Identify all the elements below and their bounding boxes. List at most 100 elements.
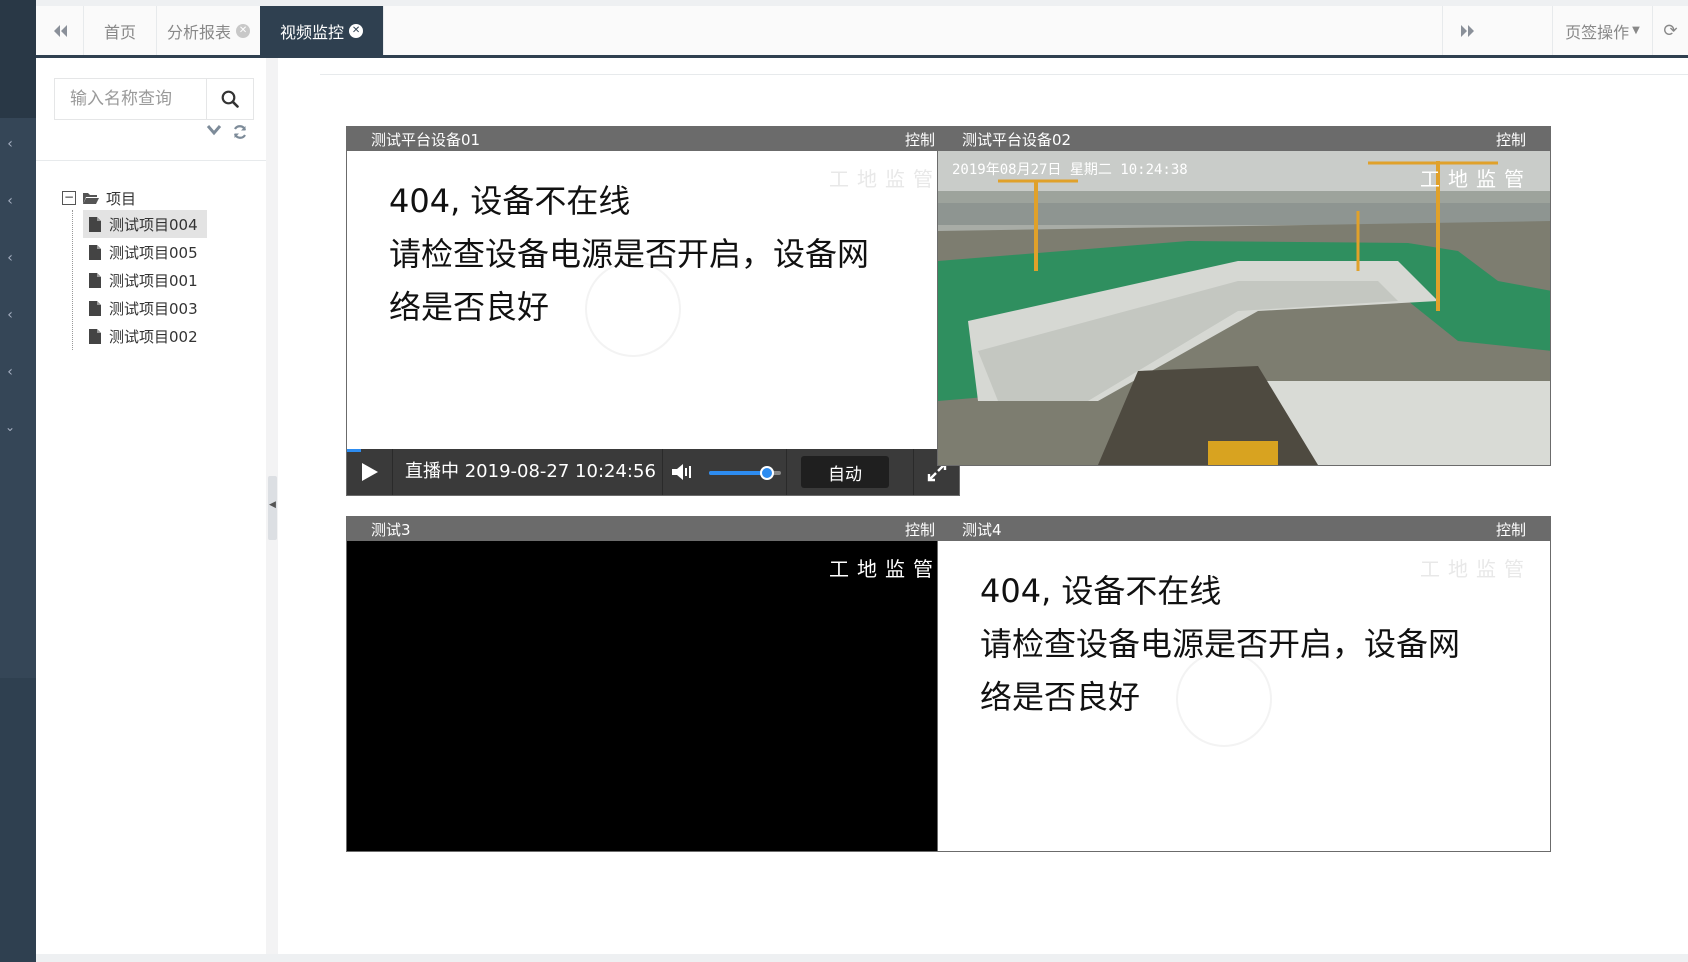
video-watermark: 工地监管: [829, 557, 941, 581]
refresh-tab-button[interactable]: ⟳: [1652, 6, 1688, 55]
nav-rail-header: [0, 0, 36, 118]
tab-label: 视频监控: [280, 22, 345, 42]
offline-message-title: 404, 设备不在线: [980, 572, 1222, 610]
caret-left-icon: ◀: [269, 500, 276, 510]
tree-root[interactable]: − 项目: [62, 186, 207, 210]
tab-analysis-report[interactable]: 分析报表 ✕: [147, 6, 272, 55]
video-grid: 测试平台设备01 控制 工地监管 404, 设备不在线 请检查设备电源是否开启，…: [278, 58, 1688, 954]
volume-icon: [672, 464, 691, 480]
divider: [320, 74, 1688, 75]
tab-label: 分析报表: [167, 22, 232, 42]
video-control-link[interactable]: 控制: [1496, 519, 1526, 540]
tree-root-label: 项目: [106, 189, 137, 208]
tab-bar: 首页 分析报表 ✕ 视频监控 ✕ 页签操作 ▼ ⟳: [36, 0, 1688, 58]
page-ops-label: 页签操作: [1565, 22, 1630, 42]
camera-osd-timestamp: 2019年08月27日 星期二 10:24:38: [952, 162, 1188, 178]
video-header: 测试平台设备02 控制: [938, 127, 1550, 151]
tree-item[interactable]: 测试项目001: [83, 266, 207, 294]
offline-message: 404, 设备不在线 请检查设备电源是否开启，设备网络是否良好: [389, 175, 889, 334]
refresh-icon: ⟳: [1663, 20, 1678, 41]
video-title: 测试3: [371, 520, 411, 539]
project-tree: − 项目 测试项目004 测试项目005 测试项目001 测试项目003 测试项…: [62, 186, 207, 350]
menu-chevron-left-icon[interactable]: ‹: [0, 250, 20, 266]
tree-item-label: 测试项目001: [109, 271, 198, 290]
video-screen[interactable]: 工地监管: [347, 541, 959, 851]
file-icon: [89, 272, 101, 288]
video-header: 测试平台设备01 控制: [347, 127, 959, 151]
search-icon: [221, 90, 239, 108]
tree-item-label: 测试项目004: [109, 215, 198, 234]
collapse-panel-handle[interactable]: ◀: [268, 476, 277, 540]
expand-all-icon[interactable]: [206, 124, 222, 136]
tree-item-label: 测试项目002: [109, 327, 198, 346]
video-title: 测试平台设备02: [962, 130, 1072, 149]
double-chevron-right-icon: [1460, 24, 1474, 37]
offline-message-detail: 请检查设备电源是否开启，设备网络是否良好: [389, 235, 870, 326]
file-icon: [89, 216, 101, 232]
horizontal-scrollbar[interactable]: [36, 954, 1688, 962]
nav-rail: ‹ ‹ ‹ ‹ ‹ ⌄: [0, 0, 36, 962]
divider: [36, 160, 266, 161]
file-icon: [89, 328, 101, 344]
video-screen[interactable]: 2019年08月27日 星期二 10:24:38 工地监管: [938, 151, 1550, 465]
volume-slider[interactable]: [703, 449, 787, 495]
video-screen[interactable]: 工地监管 404, 设备不在线 请检查设备电源是否开启，设备网络是否良好: [938, 541, 1550, 851]
file-icon: [89, 300, 101, 316]
tree-item-label: 测试项目003: [109, 299, 198, 318]
tree-item[interactable]: 测试项目005: [83, 238, 207, 266]
close-icon[interactable]: ✕: [349, 23, 364, 38]
play-button[interactable]: [347, 449, 393, 495]
playback-progress[interactable]: [347, 449, 361, 452]
refresh-tree-icon[interactable]: [232, 124, 248, 140]
mute-button[interactable]: [663, 462, 703, 482]
menu-chevron-down-icon[interactable]: ⌄: [0, 420, 20, 434]
menu-chevron-left-icon[interactable]: ‹: [0, 193, 20, 209]
video-tile: 测试3 控制 工地监管: [346, 516, 960, 852]
menu-chevron-left-icon[interactable]: ‹: [0, 364, 20, 380]
volume-fill: [709, 471, 767, 475]
search-input[interactable]: [55, 79, 207, 119]
search-button[interactable]: [207, 79, 253, 119]
video-watermark: 工地监管: [1420, 167, 1532, 191]
tab-scroll-right-button[interactable]: [1442, 6, 1492, 55]
tree-tools: [206, 124, 248, 140]
video-screen[interactable]: 工地监管 404, 设备不在线 请检查设备电源是否开启，设备网络是否良好 直播中…: [347, 151, 959, 495]
video-header: 测试3 控制: [347, 517, 959, 541]
video-control-link[interactable]: 控制: [905, 129, 935, 150]
tab-label: 首页: [104, 22, 137, 42]
panel-splitter[interactable]: ◀: [266, 58, 278, 954]
video-tile: 测试平台设备01 控制 工地监管 404, 设备不在线 请检查设备电源是否开启，…: [346, 126, 960, 496]
double-chevron-left-icon: [53, 24, 67, 37]
tree-item[interactable]: 测试项目004: [83, 210, 207, 238]
video-tile: 测试4 控制 工地监管 404, 设备不在线 请检查设备电源是否开启，设备网络是…: [937, 516, 1551, 852]
caret-down-icon: ▼: [1632, 25, 1640, 36]
tree-item[interactable]: 测试项目002: [83, 322, 207, 350]
construction-site-image: [938, 151, 1550, 465]
folder-open-icon: [83, 193, 99, 204]
close-icon[interactable]: ✕: [236, 23, 251, 38]
quality-button[interactable]: 自动: [801, 456, 889, 488]
play-icon: [361, 463, 378, 481]
tree-search: [54, 78, 254, 120]
collapse-icon[interactable]: −: [62, 191, 76, 205]
menu-chevron-left-icon[interactable]: ‹: [0, 136, 20, 152]
offline-message-title: 404, 设备不在线: [389, 182, 631, 220]
video-control-link[interactable]: 控制: [1496, 129, 1526, 150]
tree-item-label: 测试项目005: [109, 243, 198, 262]
menu-chevron-left-icon[interactable]: ‹: [0, 307, 20, 323]
tab-scroll-left-button[interactable]: [36, 6, 84, 55]
video-control-link[interactable]: 控制: [905, 519, 935, 540]
video-title: 测试平台设备01: [371, 130, 481, 149]
offline-message: 404, 设备不在线 请检查设备电源是否开启，设备网络是否良好: [980, 565, 1480, 724]
player-controls: 直播中 2019-08-27 10:24:56 自动: [347, 449, 959, 495]
tab-video-monitor[interactable]: 视频监控 ✕: [260, 6, 385, 55]
file-icon: [89, 244, 101, 260]
tree-item[interactable]: 测试项目003: [83, 294, 207, 322]
video-tile: 测试平台设备02 控制 2019年08月27日 星期二 10:24:38 工地监…: [937, 126, 1551, 466]
video-title: 测试4: [962, 520, 1002, 539]
live-status: 直播中 2019-08-27 10:24:56: [393, 449, 663, 495]
tree-children: 测试项目004 测试项目005 测试项目001 测试项目003 测试项目002: [72, 210, 207, 350]
tree-panel: − 项目 测试项目004 测试项目005 测试项目001 测试项目00: [36, 58, 266, 954]
volume-thumb[interactable]: [759, 466, 774, 480]
page-ops-dropdown[interactable]: 页签操作 ▼: [1552, 6, 1652, 55]
